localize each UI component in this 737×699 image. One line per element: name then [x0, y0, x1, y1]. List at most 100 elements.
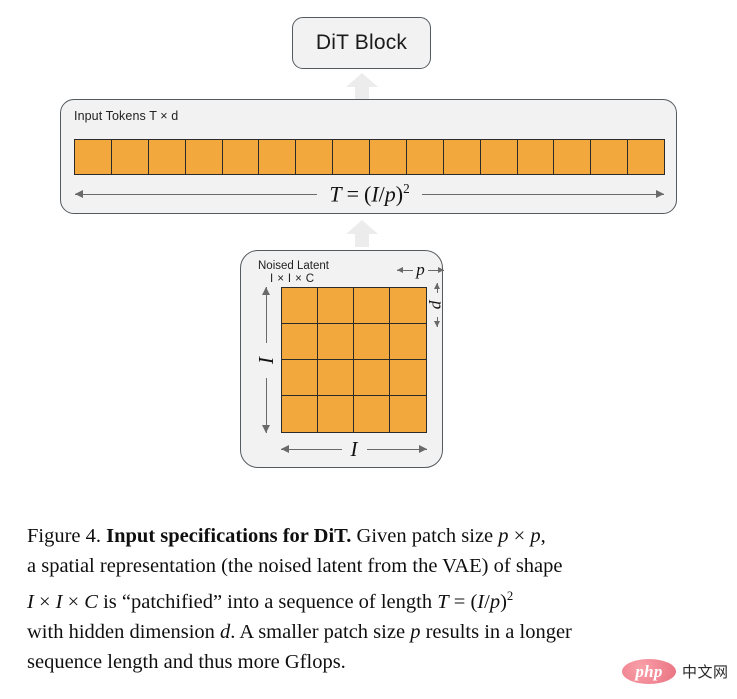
token-cell — [628, 140, 664, 174]
caption-segment: a spatial representation (the noised lat… — [27, 555, 563, 577]
formula-exponent: 2 — [403, 180, 410, 196]
caption-segment: × — [33, 590, 56, 613]
caption-line: with hidden dimension d. A smaller patch… — [27, 617, 713, 647]
caption-segment: Input specifications for DiT. — [106, 525, 352, 547]
input-tokens-panel: Input Tokens T × d T = (I/p)2 — [60, 99, 677, 214]
caption-segment: ) — [500, 590, 507, 613]
caption-segment: p — [530, 525, 541, 547]
latent-patch-cell — [354, 360, 390, 396]
caption-line: I × I × C is “patchified” into a sequenc… — [27, 581, 713, 617]
caption-segment: 2 — [506, 589, 514, 603]
caption-segment: results in a longer — [420, 620, 572, 643]
watermark: php 中文网 — [622, 659, 729, 684]
token-strip — [74, 139, 665, 175]
latent-patch-cell — [390, 396, 426, 432]
caption-line: a spatial representation (the noised lat… — [27, 551, 713, 581]
caption-segment: , — [540, 525, 546, 547]
caption-segment: p — [410, 620, 421, 643]
token-cell — [480, 140, 518, 174]
caption-line: sequence length and thus more Gflops. — [27, 647, 713, 677]
caption-segment: p — [498, 525, 509, 547]
latent-width-label: I — [350, 436, 358, 461]
token-cell — [554, 140, 592, 174]
token-cell — [296, 140, 334, 174]
latent-patch-cell — [390, 324, 426, 360]
caption-segment: = ( — [448, 590, 478, 613]
php-logo-icon: php — [622, 659, 676, 684]
caption-segment: p — [489, 590, 501, 613]
caption-segment: T — [437, 590, 449, 613]
latent-patch-cell — [318, 324, 354, 360]
latent-patch-cell — [318, 360, 354, 396]
caption-segment: I — [27, 590, 34, 613]
caption-segment: is “patchified” into a sequence of lengt… — [97, 590, 438, 613]
formula-T: T — [329, 181, 342, 207]
caption-segment: with hidden dimension — [27, 620, 221, 643]
latent-patch-cell — [390, 360, 426, 396]
token-cell — [259, 140, 297, 174]
token-cell — [75, 140, 112, 174]
latent-patch-cell — [390, 288, 426, 324]
latent-patch-cell — [282, 396, 318, 432]
sequence-length-dimension: T = (I/p)2 — [75, 180, 665, 208]
latent-patch-cell — [282, 288, 318, 324]
latent-height-dimension: I — [254, 287, 278, 433]
latent-patch-cell — [282, 324, 318, 360]
caption-segment: . A smaller patch size — [230, 620, 411, 643]
dimension-line-left — [75, 190, 318, 198]
latent-width-line-right — [366, 445, 427, 453]
patch-height-marker: p — [427, 283, 447, 327]
dit-block-label: DiT Block — [315, 31, 408, 54]
caption-segment: × — [62, 590, 85, 613]
latent-height-line-bottom — [262, 377, 270, 433]
token-cell — [222, 140, 260, 174]
caption-segment: × — [508, 525, 531, 547]
token-cell — [333, 140, 370, 174]
noised-latent-title: Noised Latent — [258, 260, 329, 272]
token-cell — [185, 140, 223, 174]
latent-height-line-top — [262, 287, 270, 343]
token-cell — [148, 140, 186, 174]
formula-close-paren: ) — [395, 181, 404, 207]
latent-width-dimension: I — [281, 437, 427, 461]
patch-height-line-bottom — [433, 317, 440, 327]
latent-height-label: I — [253, 356, 278, 364]
sequence-length-formula: T = (I/p)2 — [317, 181, 421, 207]
latent-patch-cell — [282, 360, 318, 396]
up-arrow-icon-tokens-to-dit — [345, 72, 379, 100]
dit-block-node: DiT Block — [292, 17, 431, 69]
latent-width-line-left — [281, 445, 342, 453]
latent-patch-cell — [354, 324, 390, 360]
noised-latent-panel: Noised Latent I × I × C p p I I — [240, 250, 447, 468]
patch-height-label: p — [428, 300, 447, 310]
formula-equals: = — [346, 181, 359, 207]
formula-I: I — [371, 181, 379, 207]
caption-segment: C — [84, 590, 98, 613]
caption-segment: Given patch size — [351, 525, 499, 547]
latent-patch-cell — [354, 288, 390, 324]
noised-latent-shape: I × I × C — [270, 273, 315, 285]
latent-patch-grid — [281, 287, 427, 433]
dimension-line-right — [421, 190, 665, 198]
patch-width-marker: p — [397, 259, 445, 281]
watermark-suffix-label: 中文网 — [682, 663, 729, 681]
token-cell — [443, 140, 481, 174]
patch-width-line-right — [427, 266, 445, 273]
latent-patch-cell — [318, 288, 354, 324]
patch-height-line-top — [433, 283, 440, 293]
latent-patch-cell — [318, 396, 354, 432]
latent-patch-cell — [354, 396, 390, 432]
patch-width-label: p — [416, 260, 425, 279]
caption-segment: d — [220, 620, 231, 643]
formula-p: p — [384, 181, 396, 207]
token-cell — [111, 140, 149, 174]
token-cell — [591, 140, 629, 174]
figure-caption: Figure 4. Input specifications for DiT. … — [27, 521, 713, 677]
token-cell — [517, 140, 555, 174]
caption-segment: Figure 4. — [27, 525, 107, 547]
caption-line: Figure 4. Input specifications for DiT. … — [27, 521, 713, 551]
token-cell — [370, 140, 407, 174]
patch-width-line-left — [397, 266, 414, 273]
up-arrow-icon-latent-to-tokens — [345, 219, 379, 247]
input-tokens-caption: Input Tokens T × d — [74, 109, 179, 123]
